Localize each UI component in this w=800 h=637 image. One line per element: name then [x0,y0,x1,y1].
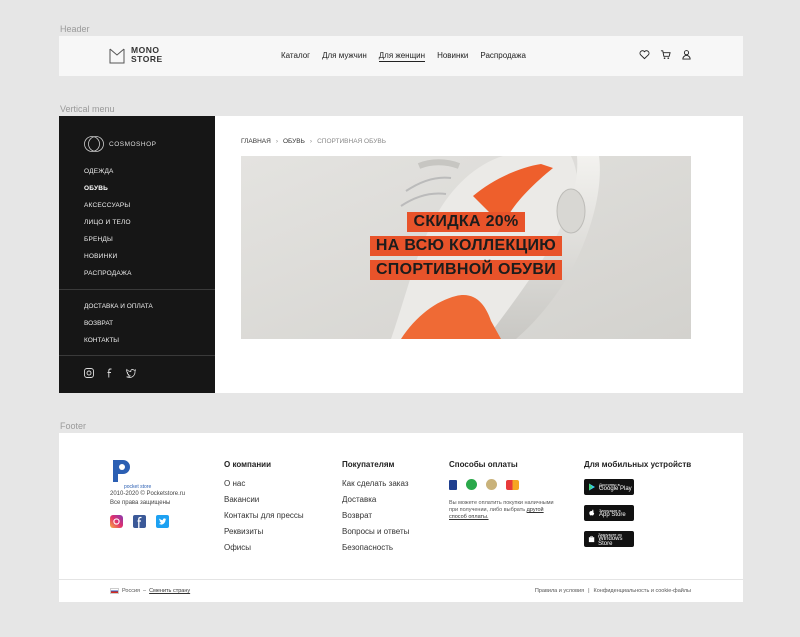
footer-col-payment: Способы оплаты Вы можете оплатить покупк… [449,460,559,521]
sidebar-item-new[interactable]: НОВИНКИ [84,251,132,268]
instagram-icon[interactable] [110,515,123,528]
sidebar-item-clothing[interactable]: ОДЕЖДА [84,166,132,183]
apple-icon [589,509,595,516]
pocket-store-logo-icon [113,460,130,482]
breadcrumb-shoes[interactable]: ОБУВЬ [283,138,305,145]
legal-links: Правила и условия | Конфиденциальность и… [534,588,691,594]
breadcrumb-home[interactable]: ГЛАВНАЯ [241,138,271,145]
app-store-button[interactable]: Загрузите в App Store [584,505,634,521]
footer-link-delivery[interactable]: Доставка [342,495,409,511]
sidebar-divider [59,355,215,356]
footer-col-company: О компании О нас Вакансии Контакты для п… [224,460,304,559]
cart-icon[interactable] [660,49,671,60]
footer: pocket store 2010-2020 © Pocketstore.ru … [59,433,743,602]
footer-col-buyers: Покупателям Как сделать заказ Доставка В… [342,460,409,559]
sidebar-item-face-body[interactable]: ЛИЦО И ТЕЛО [84,217,132,234]
chevron-right-icon: › [275,138,278,145]
sidebar-menu: ОДЕЖДА ОБУВЬ АКСЕССУАРЫ ЛИЦО И ТЕЛО БРЕН… [84,166,132,285]
promo-line-3: СПОРТИВНОЙ ОБУВИ [369,260,563,280]
sidebar-item-sale[interactable]: РАСПРОДАЖА [84,268,132,285]
country-selector: Россия – Сменить страну [110,588,190,594]
footer-link-vacancies[interactable]: Вакансии [224,495,304,511]
terms-link[interactable]: Правила и условия [535,588,584,594]
sidebar-divider [59,289,215,290]
nav-women[interactable]: Для женщин [378,51,426,62]
footer-link-about[interactable]: О нас [224,479,304,495]
section-label-vertical-menu: Vertical menu [60,104,115,114]
google-play-button[interactable]: Доступно в Google Play [584,479,634,495]
footer-link-faq[interactable]: Вопросы и ответы [342,527,409,543]
breadcrumb-current: СПОРТИВНАЯ ОБУВЬ [317,138,386,145]
instagram-icon[interactable] [84,368,94,378]
main-nav: Каталог Для мужчин Для женщин Новинки Ра… [281,51,526,62]
footer-link-press[interactable]: Контакты для прессы [224,511,304,527]
payment-note: Вы можете оплатить покупки наличными при… [449,500,554,520]
country-name: Россия [122,588,141,594]
footer-col-title: О компании [224,460,271,469]
heart-icon[interactable] [639,49,650,60]
section-label-header: Header [60,24,90,34]
cosmoshop-logo[interactable]: COSMOSHOP [83,134,156,154]
footer-social [110,515,169,528]
footer-col-title: Для мобильных устройств [584,460,692,469]
promo-line-1: СКИДКА 20% [407,212,525,232]
footer-link-security[interactable]: Безопасность [342,543,409,559]
mono-store-logo[interactable]: MONO STORE [109,46,163,64]
footer-col-mobile: Для мобильных устройств Доступно в Google… [584,460,691,557]
cosmoshop-logo-text: COSMOSHOP [109,140,157,148]
nav-men[interactable]: Для мужчин [322,51,367,62]
google-play-icon [589,483,595,491]
sidebar-item-delivery[interactable]: ДОСТАВКА И ОПЛАТА [84,301,153,318]
user-icon[interactable] [681,49,692,60]
privacy-link[interactable]: Конфиденциальность и cookie-файлы [594,588,691,594]
footer-link-requisites[interactable]: Реквизиты [224,527,304,543]
sidebar-item-accessories[interactable]: АКСЕССУАРЫ [84,200,132,217]
facebook-icon[interactable] [105,368,115,378]
footer-link-offices[interactable]: Офисы [224,543,304,559]
sidebar: COSMOSHOP ОДЕЖДА ОБУВЬ АКСЕССУАРЫ ЛИЦО И… [59,116,215,393]
twitter-icon[interactable] [126,368,136,378]
copyright: 2010-2020 © Pocketstore.ru Все права защ… [110,491,186,506]
windows-store-icon [588,535,595,543]
section-label-footer: Footer [60,421,87,431]
paypal-icon [449,479,457,490]
logo-text: MONO STORE [131,45,163,64]
pocket-store-logo[interactable]: pocket store [110,457,151,490]
breadcrumb: ГЛАВНАЯ › ОБУВЬ › СПОРТИВНАЯ ОБУВЬ [241,138,386,145]
nav-sale[interactable]: Распродажа [480,51,526,62]
sidebar-item-shoes[interactable]: ОБУВЬ [84,183,132,200]
promo-line-2: НА ВСЮ КОЛЛЕКЦИЮ [369,236,563,256]
sidebar-item-brands[interactable]: БРЕНДЫ [84,234,132,251]
footer-col-title: Покупателям [342,460,395,469]
sidebar-menu-info: ДОСТАВКА И ОПЛАТА ВОЗВРАТ КОНТАКТЫ [84,301,153,352]
webmoney-icon [486,479,497,490]
logo-mark-icon [109,48,125,64]
footer-divider [59,579,743,580]
header: MONO STORE Каталог Для мужчин Для женщин… [59,36,743,76]
footer-col-title: Способы оплаты [449,460,518,469]
sberbank-icon [466,479,477,490]
vertical-menu-section: COSMOSHOP ОДЕЖДА ОБУВЬ АКСЕССУАРЫ ЛИЦО И… [59,116,743,393]
chevron-right-icon: › [309,138,313,145]
header-icons [639,49,692,60]
change-country-link[interactable]: Сменить страну [149,588,190,594]
nav-catalog[interactable]: Каталог [281,51,310,62]
windows-store-button[interactable]: Загрузите из Windows Store [584,531,634,547]
promo-banner[interactable]: СКИДКА 20% НА ВСЮ КОЛЛЕКЦИЮ СПОРТИВНОЙ О… [241,156,691,339]
facebook-icon[interactable] [133,515,146,528]
sidebar-social [84,368,136,378]
payment-icons [449,479,559,490]
footer-link-return[interactable]: Возврат [342,511,409,527]
nav-new[interactable]: Новинки [437,51,468,62]
visa-mastercard-icon [506,479,519,490]
twitter-icon[interactable] [156,515,169,528]
footer-link-how-to-order[interactable]: Как сделать заказ [342,479,409,495]
cosmoshop-logo-icon [84,136,104,152]
sidebar-item-contacts[interactable]: КОНТАКТЫ [84,335,153,352]
sidebar-item-return[interactable]: ВОЗВРАТ [84,318,153,335]
promo-text: СКИДКА 20% НА ВСЮ КОЛЛЕКЦИЮ СПОРТИВНОЙ О… [241,212,691,280]
russia-flag-icon [110,588,119,594]
